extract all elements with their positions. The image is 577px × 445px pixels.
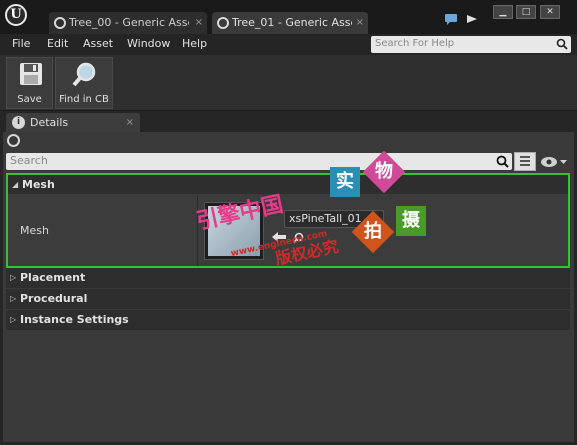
collapsed-arrow-icon: ▷ <box>10 294 17 303</box>
toolbar: Save Find in CB <box>0 55 577 111</box>
details-search-placeholder: Search <box>10 154 48 167</box>
tab-close-icon[interactable]: × <box>356 12 364 34</box>
watermark-box-text: 拍 <box>364 221 382 242</box>
title-bar: U Tree_00 - Generic Asset Ec × Tree_01 -… <box>0 0 577 34</box>
tab-close-icon[interactable]: × <box>195 12 203 34</box>
tab-tree-01[interactable]: Tree_01 - Generic Asset Ec × <box>212 12 368 34</box>
notification-icon[interactable] <box>465 13 479 25</box>
mesh-asset-name: xsPineTall_01 <box>289 212 362 225</box>
watermark-box-text: 物 <box>375 161 393 182</box>
property-matrix-button[interactable] <box>514 152 536 171</box>
menu-window[interactable]: Window <box>127 37 170 50</box>
menu-asset[interactable]: Asset <box>83 37 113 50</box>
chat-icon[interactable] <box>444 13 458 25</box>
unreal-logo-icon: U <box>5 4 27 26</box>
find-in-cb-label: Find in CB <box>59 94 109 105</box>
save-icon <box>20 63 42 85</box>
section-instance-settings-title: Instance Settings <box>20 313 129 326</box>
details-search-input[interactable]: Search <box>6 153 512 170</box>
view-options-eye-icon[interactable] <box>540 155 568 169</box>
collapsed-arrow-icon: ▷ <box>10 315 17 324</box>
help-search-placeholder: Search For Help <box>375 38 455 49</box>
section-mesh-header[interactable]: ◢ Mesh <box>6 173 570 195</box>
asset-ring-icon <box>217 17 229 29</box>
minimize-button[interactable]: ▁ <box>493 5 513 19</box>
maximize-button[interactable]: □ <box>516 5 536 19</box>
section-procedural-header[interactable]: ▷ Procedural <box>6 289 570 309</box>
selection-ring-icon <box>7 134 20 147</box>
watermark-box: 摄 <box>396 206 426 236</box>
collapsed-arrow-icon: ▷ <box>10 273 17 282</box>
tab-label: Tree_01 - Generic Asset Ec <box>232 16 352 29</box>
expanded-arrow-icon: ◢ <box>12 180 19 189</box>
mesh-property-label: Mesh <box>20 224 49 237</box>
details-tab[interactable]: i Details × <box>6 113 140 132</box>
find-in-cb-button[interactable]: Find in CB <box>55 57 113 109</box>
close-window-button[interactable]: ✕ <box>540 5 560 19</box>
magnifier-icon <box>72 62 96 87</box>
menu-edit[interactable]: Edit <box>47 37 68 50</box>
search-icon <box>556 38 568 50</box>
menu-file[interactable]: File <box>12 37 30 50</box>
section-instance-settings-header[interactable]: ▷ Instance Settings <box>6 310 570 330</box>
grid-icon <box>520 156 530 166</box>
section-placement-title: Placement <box>20 271 86 284</box>
details-tab-label: Details <box>30 116 69 129</box>
watermark-box: 实 <box>330 167 360 197</box>
asset-ring-icon <box>54 17 66 29</box>
search-icon <box>496 155 509 168</box>
save-button[interactable]: Save <box>6 57 53 109</box>
help-search-input[interactable]: Search For Help <box>371 36 571 53</box>
section-mesh-title: Mesh <box>22 178 55 191</box>
section-placement-header[interactable]: ▷ Placement <box>6 268 570 288</box>
tab-label: Tree_00 - Generic Asset Ec <box>69 16 189 29</box>
tab-tree-00[interactable]: Tree_00 - Generic Asset Ec × <box>49 12 207 34</box>
menu-help[interactable]: Help <box>182 37 207 50</box>
details-tab-close-icon[interactable]: × <box>126 113 134 132</box>
save-label: Save <box>17 94 42 105</box>
section-procedural-title: Procedural <box>20 292 88 305</box>
info-icon: i <box>12 116 25 129</box>
